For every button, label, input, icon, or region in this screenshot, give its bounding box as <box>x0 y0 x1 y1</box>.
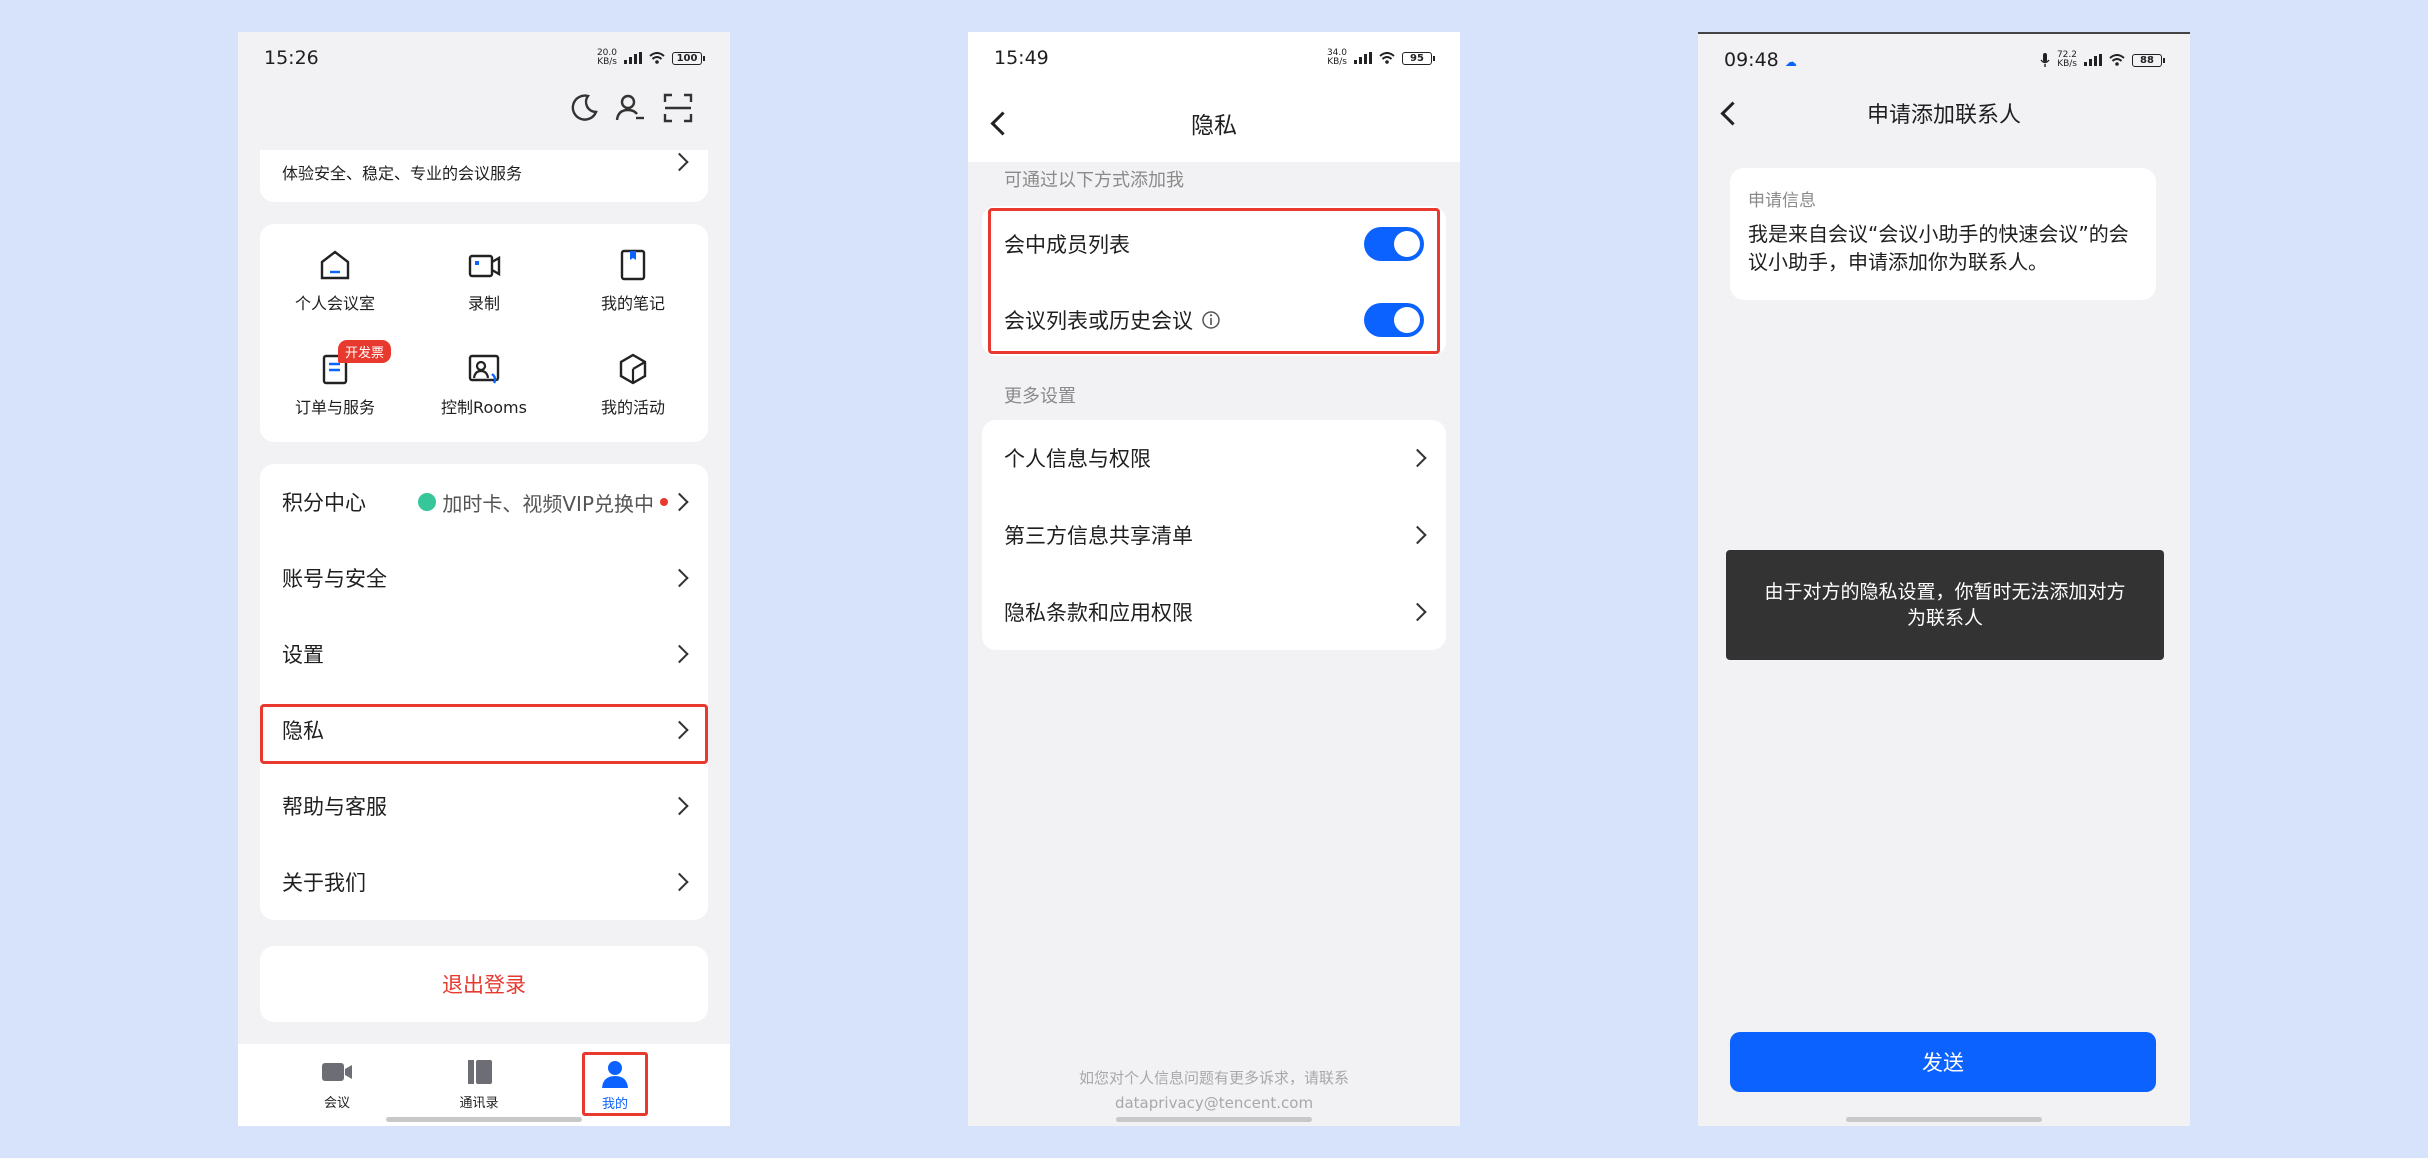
red-dot <box>660 498 668 506</box>
battery-indicator: 100 <box>672 51 705 65</box>
net-unit: KB/s <box>1327 57 1347 67</box>
privacy-email-link[interactable]: dataprivacy@tencent.com <box>968 1091 1460 1116</box>
status-time: 15:49 <box>994 47 1049 69</box>
feature-grid: 个人会议室 录制 我的笔记 订单与服务 开发票 控制Rooms 我的活动 <box>260 224 708 442</box>
microphone-icon <box>2040 53 2050 67</box>
tab-contacts[interactable]: 通讯录 <box>438 1058 520 1111</box>
tab-me[interactable]: 我的 <box>582 1052 648 1116</box>
wifi-icon <box>2109 54 2125 66</box>
profile-icon[interactable] <box>614 92 646 124</box>
chevron-right-icon <box>1408 602 1427 622</box>
signal-icon <box>2084 54 2102 66</box>
grid-item-orders[interactable]: 订单与服务 开发票 <box>260 340 410 418</box>
chevron-right-icon <box>670 872 689 892</box>
signal-icon <box>624 52 642 64</box>
menu-item-about[interactable]: 关于我们 <box>260 844 708 920</box>
chevron-right-icon <box>670 796 689 816</box>
phone-screen-privacy: 15:49 34.0 KB/s 95 隐私 可通过以下方式添加我 会中成员列表 会… <box>968 32 1460 1126</box>
grid-item-activities[interactable]: 我的活动 <box>558 352 708 418</box>
logout-button[interactable]: 退出登录 <box>260 946 708 1022</box>
chevron-right-icon <box>670 644 689 664</box>
coin-icon <box>418 493 437 511</box>
menu-item-points-center[interactable]: 积分中心 加时卡、视频VIP兑换中 <box>260 464 708 540</box>
menu-item-third-party-sharing[interactable]: 第三方信息共享清单 <box>982 497 1446 573</box>
page-title: 隐私 <box>1191 113 1237 139</box>
note-icon <box>620 249 646 281</box>
home-indicator <box>386 1117 582 1122</box>
menu-item-help[interactable]: 帮助与客服 <box>260 768 708 844</box>
back-arrow-icon[interactable] <box>1720 100 1745 126</box>
chevron-right-icon <box>1408 525 1427 545</box>
scan-icon[interactable] <box>662 92 694 124</box>
privacy-toast: 由于对方的隐私设置，你暂时无法添加对方为联系人 <box>1726 550 2164 660</box>
net-unit: KB/s <box>2057 59 2077 69</box>
send-button[interactable]: 发送 <box>1730 1032 2156 1092</box>
menu-item-settings[interactable]: 设置 <box>260 616 708 692</box>
tab-meetings[interactable]: 会议 <box>296 1058 378 1111</box>
home-indicator <box>1116 1117 1312 1122</box>
net-unit: KB/s <box>597 57 617 67</box>
more-settings-list: 个人信息与权限 第三方信息共享清单 隐私条款和应用权限 <box>982 420 1446 650</box>
cloud-icon: ☁ <box>1784 55 1797 69</box>
status-time: 09:48 ☁ <box>1724 49 1797 71</box>
section-header-more-settings: 更多设置 <box>1004 386 1076 407</box>
dark-mode-icon[interactable] <box>568 92 600 124</box>
grid-item-notes[interactable]: 我的笔记 <box>558 248 708 314</box>
video-record-icon <box>468 254 501 278</box>
footer-contact-note: 如您对个人信息问题有更多诉求，请联系 dataprivacy@tencent.c… <box>968 1066 1460 1116</box>
back-arrow-icon[interactable] <box>990 110 1015 136</box>
section-header-add-me: 可通过以下方式添加我 <box>1004 170 1184 191</box>
status-time: 15:26 <box>264 47 319 69</box>
request-info-label: 申请信息 <box>1748 191 1816 211</box>
contacts-book-icon <box>468 1060 492 1084</box>
wifi-icon <box>649 52 665 64</box>
highlight-add-me-options <box>988 208 1440 354</box>
phone-screen-me: 15:26 20.0 KB/s 100 体验安全、稳定、专业的会议服务 个人会议室… <box>238 32 730 1126</box>
cube-icon <box>619 353 647 385</box>
nav-bar: 隐私 <box>968 84 1460 162</box>
chevron-right-icon <box>670 568 689 588</box>
request-message-input[interactable]: 我是来自会议“会议小助手的快速会议”的会议小助手，申请添加你为联系人。 <box>1748 220 2142 276</box>
request-info-card: 申请信息 我是来自会议“会议小助手的快速会议”的会议小助手，申请添加你为联系人。 <box>1730 168 2156 300</box>
points-promo: 加时卡、视频VIP兑换中 <box>418 488 668 517</box>
service-banner[interactable]: 体验安全、稳定、专业的会议服务 <box>260 150 708 202</box>
settings-menu: 积分中心 加时卡、视频VIP兑换中 账号与安全 设置 隐私 帮助与客服 关于我们 <box>260 464 708 920</box>
battery-indicator: 95 <box>1402 51 1435 65</box>
menu-item-personal-info[interactable]: 个人信息与权限 <box>982 420 1446 496</box>
grid-item-rooms[interactable]: 控制Rooms <box>409 352 559 418</box>
person-icon <box>602 1061 628 1088</box>
invoice-badge: 开发票 <box>338 340 392 363</box>
grid-item-personal-room[interactable]: 个人会议室 <box>260 248 410 314</box>
video-camera-icon <box>322 1063 352 1081</box>
chevron-right-icon <box>670 152 689 172</box>
menu-item-privacy-terms[interactable]: 隐私条款和应用权限 <box>982 574 1446 650</box>
battery-indicator: 88 <box>2132 53 2165 67</box>
house-icon <box>320 250 350 280</box>
rooms-icon <box>468 354 500 384</box>
nav-bar: 申请添加联系人 <box>1698 74 2190 152</box>
bottom-tab-bar: 会议 通讯录 我的 <box>238 1044 730 1126</box>
status-bar: 15:49 34.0 KB/s 95 <box>968 32 1460 84</box>
status-bar: 15:26 20.0 KB/s 100 <box>238 32 730 84</box>
chevron-right-icon <box>670 492 689 512</box>
signal-icon <box>1354 52 1372 64</box>
grid-item-recording[interactable]: 录制 <box>409 248 559 314</box>
banner-text: 体验安全、稳定、专业的会议服务 <box>282 164 523 183</box>
page-title: 申请添加联系人 <box>1866 103 2021 128</box>
highlight-privacy <box>260 704 708 764</box>
wifi-icon <box>1379 52 1395 64</box>
chevron-right-icon <box>1408 448 1427 468</box>
home-indicator <box>1846 1117 2042 1122</box>
menu-item-account-security[interactable]: 账号与安全 <box>260 540 708 616</box>
phone-screen-add-contact: 09:48 ☁ 72.2 KB/s 88 申请添加联系人 申请信息 我是来自会议“… <box>1698 32 2190 1126</box>
